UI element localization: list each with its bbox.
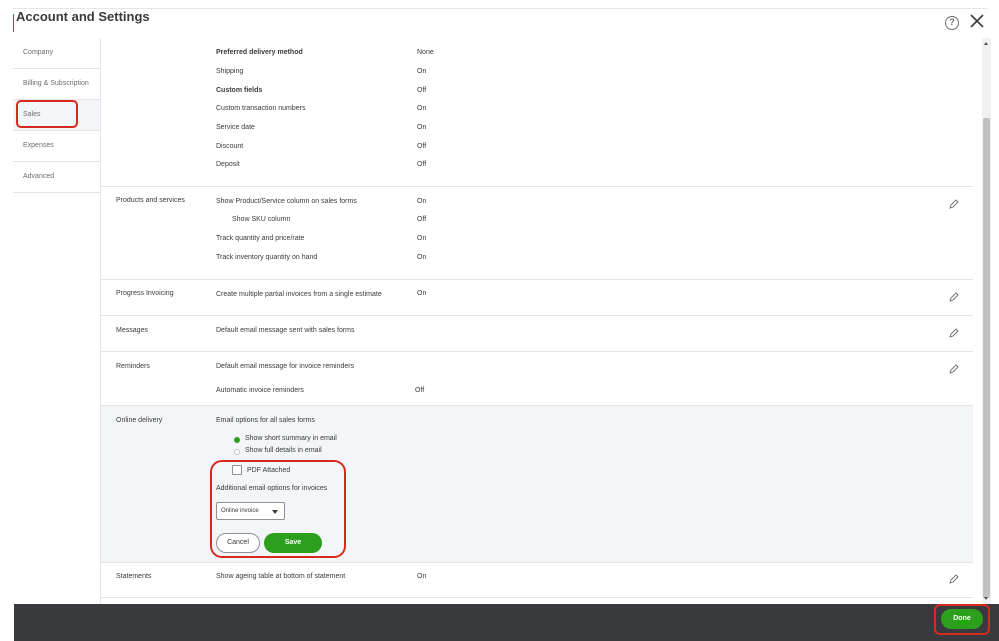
- content-scrollbar[interactable]: [982, 38, 991, 604]
- setting-label: Deposit: [216, 161, 240, 168]
- done-button-highlight: [934, 604, 990, 635]
- setting-value: Off: [417, 87, 427, 94]
- scroll-down-arrow-icon[interactable]: [984, 597, 988, 600]
- section-divider: [101, 351, 973, 352]
- radio-full-details-label: Show full details in email: [245, 447, 322, 454]
- close-icon[interactable]: [969, 13, 985, 29]
- edit-pencil-icon[interactable]: [949, 364, 959, 374]
- title-bar-divider: [13, 8, 988, 9]
- setting-value: On: [417, 124, 427, 131]
- setting-label: Default email message sent with sales fo…: [216, 327, 355, 334]
- setting-label: Create multiple partial invoices from a …: [216, 291, 382, 298]
- sales-tab-highlight: [16, 100, 78, 128]
- email-options-label: Email options for all sales forms: [216, 417, 315, 424]
- section-title-messages: Messages: [116, 327, 148, 334]
- setting-label: Shipping: [216, 68, 244, 75]
- settings-footer: [14, 604, 999, 641]
- setting-label: Custom fields: [216, 87, 263, 94]
- setting-value: Off: [417, 143, 427, 150]
- setting-value: On: [417, 198, 427, 205]
- radio-short-summary-label: Show short summary in email: [245, 435, 337, 442]
- section-title-reminders: Reminders: [116, 363, 150, 370]
- settings-page: Account and Settings ? Company Billing &…: [0, 0, 999, 641]
- setting-label: Track inventory quantity on hand: [216, 254, 318, 261]
- setting-value: On: [417, 68, 427, 75]
- edit-pencil-icon[interactable]: [949, 328, 959, 338]
- setting-label: Show SKU column: [232, 216, 291, 223]
- setting-label: Discount: [216, 143, 244, 150]
- setting-value: Off: [417, 216, 427, 223]
- section-divider: [101, 562, 973, 563]
- page-title: Account and Settings: [16, 9, 150, 24]
- section-divider: [101, 279, 973, 280]
- sales-settings-content: Preferred delivery method None Shipping …: [101, 38, 973, 604]
- radio-full-details[interactable]: [234, 449, 240, 455]
- help-icon[interactable]: ?: [945, 16, 959, 30]
- sidebar-item-advanced[interactable]: Advanced: [13, 162, 100, 193]
- setting-label: Track quantity and price/rate: [216, 235, 305, 242]
- sidebar-item-expenses[interactable]: Expenses: [13, 131, 100, 162]
- window-edge-accent: [13, 14, 14, 32]
- setting-label: Show ageing table at bottom of statement: [216, 573, 346, 580]
- section-title-products: Products and services: [116, 197, 185, 204]
- setting-value: None: [417, 49, 434, 56]
- setting-value: Off: [417, 161, 427, 168]
- section-title-progress-invoicing: Progress Invoicing: [116, 290, 174, 297]
- section-title-online-delivery: Online delivery: [116, 417, 163, 424]
- setting-label: Custom transaction numbers: [216, 105, 306, 112]
- section-divider: [101, 597, 973, 598]
- setting-value: On: [417, 290, 427, 297]
- scrollbar-thumb[interactable]: [983, 118, 990, 598]
- setting-value: On: [417, 105, 427, 112]
- setting-label: Default email message for invoice remind…: [216, 363, 355, 370]
- setting-value: On: [417, 235, 427, 242]
- section-divider: [101, 315, 973, 316]
- radio-short-summary[interactable]: [234, 437, 240, 443]
- setting-label: Automatic invoice reminders: [216, 387, 304, 394]
- setting-value: Off: [415, 387, 425, 394]
- setting-value: On: [417, 573, 427, 580]
- sidebar-item-billing[interactable]: Billing & Subscription: [13, 69, 100, 100]
- edit-pencil-icon[interactable]: [949, 574, 959, 584]
- edit-pencil-icon[interactable]: [949, 199, 959, 209]
- section-divider: [101, 186, 973, 187]
- setting-label: Service date: [216, 124, 255, 131]
- edit-pencil-icon[interactable]: [949, 292, 959, 302]
- setting-value: On: [417, 254, 427, 261]
- setting-label: Preferred delivery method: [216, 49, 303, 56]
- section-title-statements: Statements: [116, 573, 152, 580]
- save-area-highlight: [210, 460, 346, 558]
- setting-label: Show Product/Service column on sales for…: [216, 198, 357, 205]
- scroll-up-arrow-icon[interactable]: [984, 42, 988, 45]
- sidebar-item-company[interactable]: Company: [13, 38, 100, 69]
